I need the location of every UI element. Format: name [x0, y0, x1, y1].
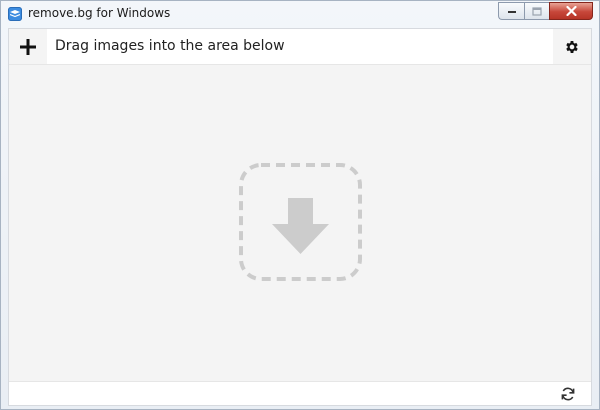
settings-button[interactable]: [553, 29, 591, 64]
status-bar: [9, 381, 591, 405]
client-area: Drag images into the area below: [8, 28, 592, 406]
image-drop-zone[interactable]: [9, 65, 591, 381]
window-title: remove.bg for Windows: [28, 6, 171, 20]
toolbar-instruction: Drag images into the area below: [55, 38, 285, 54]
window-controls: [498, 2, 593, 20]
download-arrow-icon: [272, 198, 329, 254]
toolbar: Drag images into the area below: [9, 29, 591, 65]
drop-target-frame: [238, 162, 363, 282]
gear-icon: [566, 40, 578, 53]
maximize-icon: [532, 6, 542, 16]
refresh-icon: [561, 387, 575, 401]
title-bar[interactable]: remove.bg for Windows: [1, 1, 599, 27]
maximize-button[interactable]: [524, 2, 549, 20]
close-icon: [565, 6, 577, 16]
minimize-icon: [507, 11, 516, 13]
minimize-button[interactable]: [498, 2, 524, 20]
plus-icon: [20, 38, 36, 55]
close-button[interactable]: [549, 2, 593, 20]
add-image-button[interactable]: [9, 29, 47, 64]
app-window: remove.bg for Windows Drag images into t…: [0, 0, 600, 410]
refresh-button[interactable]: [559, 385, 577, 403]
remove-bg-app-icon: [8, 7, 22, 21]
